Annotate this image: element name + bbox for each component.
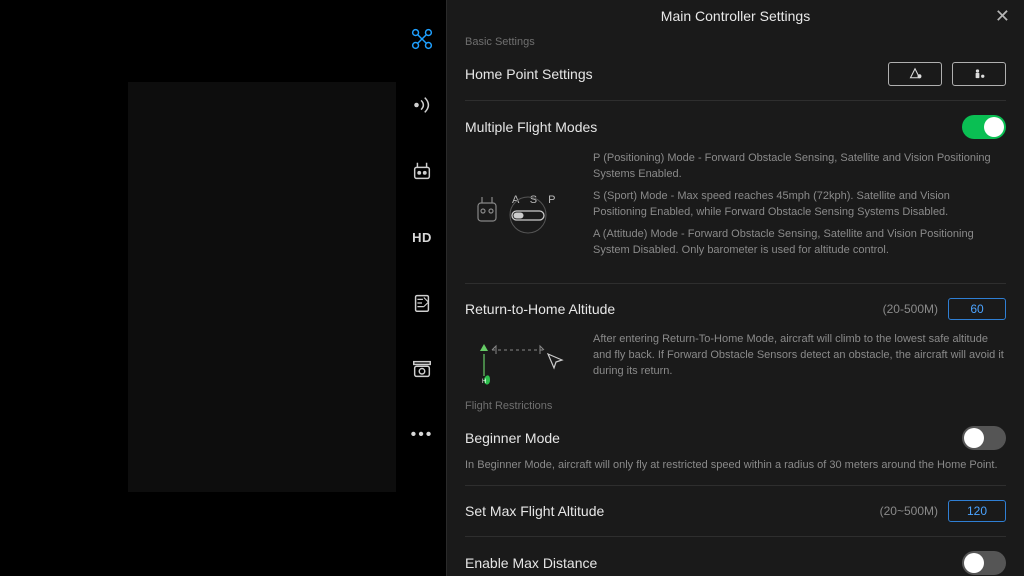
max-altitude-input[interactable]: 120: [948, 500, 1006, 522]
home-point-label: Home Point Settings: [465, 66, 593, 82]
home-point-aircraft-button[interactable]: [888, 62, 942, 86]
signal-icon[interactable]: [409, 92, 435, 118]
svg-text:H: H: [482, 379, 486, 385]
beginner-mode-row: Beginner Mode: [465, 420, 1006, 456]
beginner-mode-label: Beginner Mode: [465, 430, 560, 446]
flight-mode-switch-graphic: A S P: [465, 151, 575, 265]
rth-altitude-row: Return-to-Home Altitude (20-500M) 60: [465, 292, 1006, 326]
close-icon[interactable]: ✕: [995, 6, 1010, 27]
panel-title: Main Controller Settings: [661, 8, 810, 24]
flight-mode-descriptions: P (Positioning) Mode - Forward Obstacle …: [593, 151, 1006, 265]
camera-viewport-area: [0, 0, 398, 576]
max-distance-toggle[interactable]: [962, 551, 1006, 575]
multiple-flight-modes-row: Multiple Flight Modes: [465, 109, 1006, 145]
max-distance-row: Enable Max Distance: [465, 545, 1006, 576]
settings-panel: Main Controller Settings ✕ Basic Setting…: [446, 0, 1024, 576]
rth-description: After entering Return-To-Home Mode, airc…: [593, 332, 1006, 386]
remote-controller-icon[interactable]: [409, 158, 435, 184]
beginner-mode-description: In Beginner Mode, aircraft will only fly…: [465, 458, 1006, 473]
battery-icon[interactable]: [409, 290, 435, 316]
panel-titlebar: Main Controller Settings ✕: [447, 0, 1024, 32]
max-altitude-range-hint: (20~500M): [880, 504, 938, 518]
rth-altitude-input[interactable]: 60: [948, 298, 1006, 320]
rth-graphic: H: [465, 332, 575, 386]
settings-rail: HD •••: [398, 0, 446, 576]
multiple-flight-modes-label: Multiple Flight Modes: [465, 119, 597, 135]
flight-restrictions-label: Flight Restrictions: [465, 400, 1006, 412]
max-distance-label: Enable Max Distance: [465, 555, 597, 571]
max-altitude-label: Set Max Flight Altitude: [465, 503, 604, 519]
camera-viewport: [128, 82, 396, 492]
aircraft-icon[interactable]: [409, 26, 435, 52]
home-point-row: Home Point Settings: [465, 56, 1006, 92]
svg-text:A S P: A S P: [512, 194, 560, 206]
more-icon[interactable]: •••: [409, 422, 435, 448]
multiple-flight-modes-toggle[interactable]: [962, 115, 1006, 139]
rth-range-hint: (20-500M): [883, 302, 938, 316]
hd-transmission-icon[interactable]: HD: [409, 224, 435, 250]
beginner-mode-toggle[interactable]: [962, 426, 1006, 450]
rth-altitude-label: Return-to-Home Altitude: [465, 301, 615, 317]
max-altitude-row: Set Max Flight Altitude (20~500M) 120: [465, 494, 1006, 528]
basic-settings-label: Basic Settings: [465, 36, 1006, 48]
gimbal-camera-icon[interactable]: [409, 356, 435, 382]
home-point-user-button[interactable]: [952, 62, 1006, 86]
